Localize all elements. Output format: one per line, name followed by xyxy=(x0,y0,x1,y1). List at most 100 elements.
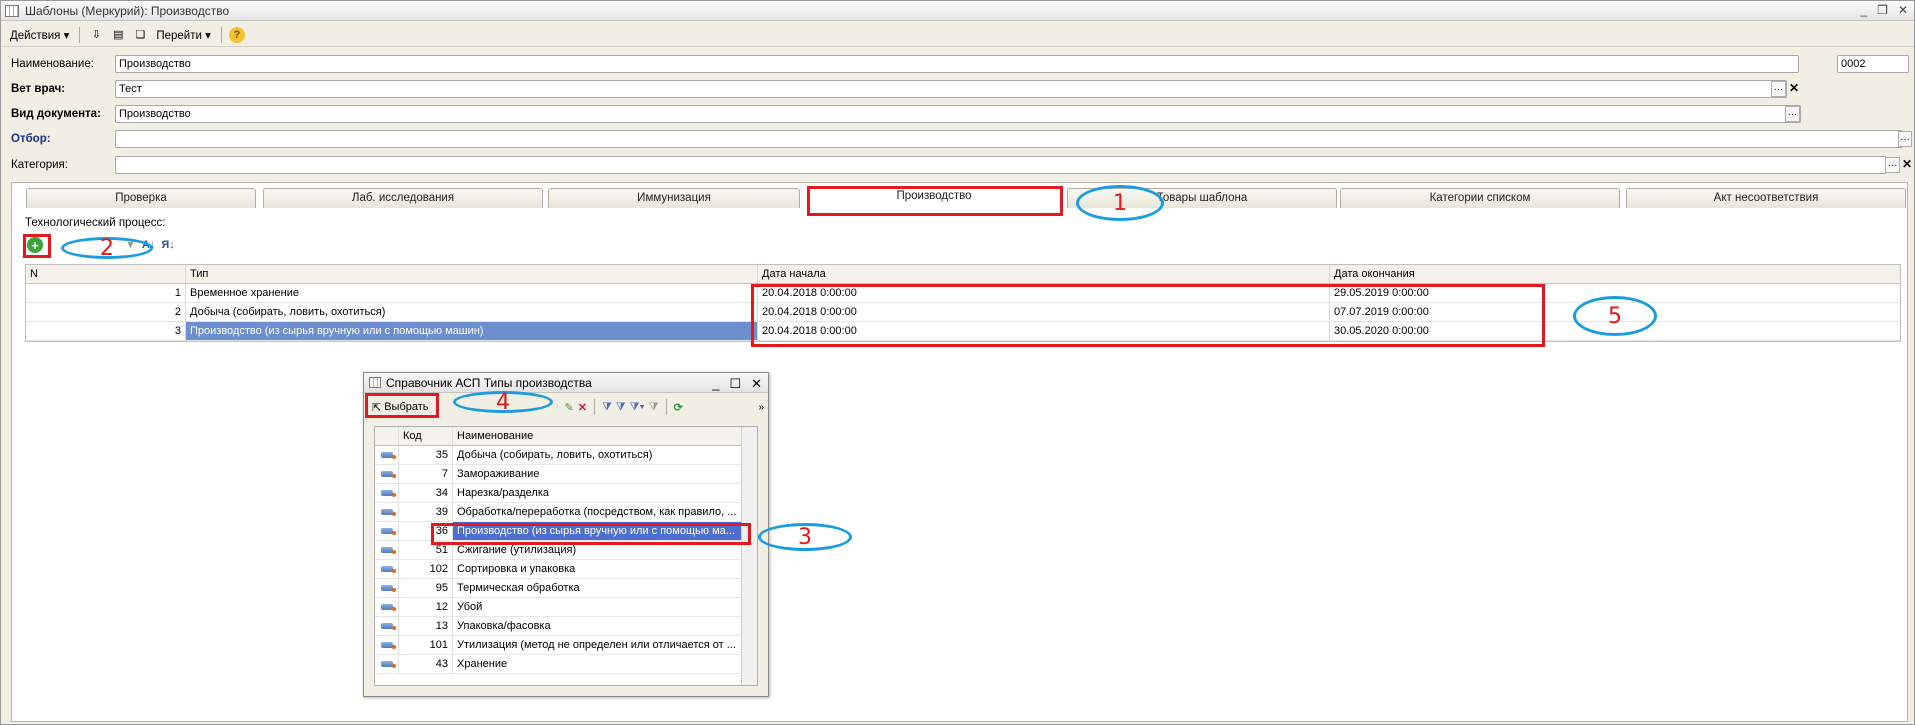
help-icon[interactable]: ? xyxy=(228,26,245,43)
edit-icon[interactable]: ✎ xyxy=(565,401,574,414)
dialog-list-item[interactable]: 95 Термическая обработка xyxy=(375,579,741,598)
tab-lab[interactable]: Лаб. исследования xyxy=(263,188,543,208)
tab-nonconformity[interactable]: Акт несоответствия xyxy=(1626,188,1906,208)
form-icon xyxy=(5,4,19,17)
dialog-list-item[interactable]: 13 Упаковка/фасовка xyxy=(375,617,741,636)
tab-production[interactable]: Производство xyxy=(807,186,1061,208)
dialog-list-item-selected[interactable]: 36 Производство (из сырья вручную или с п… xyxy=(375,522,741,541)
dialog-list-item[interactable]: 39 Обработка/переработка (посредством, ка… xyxy=(375,503,741,522)
item-code: 35 xyxy=(399,446,453,464)
close-icon[interactable]: ✕ xyxy=(1898,3,1908,17)
doctype-select-button[interactable]: … xyxy=(1785,106,1800,122)
filter-history-icon[interactable]: ⧩▾ xyxy=(630,401,645,414)
cell-end: 07.07.2019 0:00:00 xyxy=(1334,306,1429,318)
row-type-icon xyxy=(375,522,399,540)
dialog-list-item[interactable]: 7 Замораживание xyxy=(375,465,741,484)
dialog-form-icon xyxy=(369,377,381,388)
filter-icon[interactable]: ⧩ xyxy=(602,401,612,414)
separator xyxy=(665,399,667,415)
column-header-name[interactable]: Наименование xyxy=(453,427,741,445)
process-title: Технологический процесс: xyxy=(25,217,166,229)
code-field[interactable]: 0002 xyxy=(1837,55,1909,73)
dialog-maximize-icon[interactable]: ☐ xyxy=(729,376,741,392)
table-row[interactable]: 2 Добыча (собирать, ловить, охотиться) 2… xyxy=(26,303,1900,322)
dialog-list-item[interactable]: 35 Добыча (собирать, ловить, охотиться) xyxy=(375,446,741,465)
row-type-icon xyxy=(375,598,399,616)
dialog-list-item[interactable]: 102 Сортировка и упаковка xyxy=(375,560,741,579)
doctype-field[interactable]: Производство xyxy=(115,105,1801,123)
tab-categories[interactable]: Категории списком xyxy=(1340,188,1620,208)
filter-select-button[interactable]: … xyxy=(1898,131,1912,147)
cell-end: 30.05.2020 0:00:00 xyxy=(1334,325,1429,337)
category-select-button[interactable]: … xyxy=(1885,157,1900,173)
row-type-icon xyxy=(375,617,399,635)
vet-clear-icon[interactable]: ✕ xyxy=(1787,81,1801,97)
item-code: 102 xyxy=(399,560,453,578)
refresh-icon[interactable]: ⟳ xyxy=(674,401,683,414)
dialog-list-item[interactable]: 12 Убой xyxy=(375,598,741,617)
category-clear-icon[interactable]: ✕ xyxy=(1900,157,1914,173)
row-type-icon xyxy=(375,465,399,483)
actions-menu-label: Действия xyxy=(10,29,61,42)
post-icon[interactable]: ⇩ xyxy=(87,26,105,44)
toolbar: Действия ▾ ⇩ ▤ ❏ Перейти ▾ ? xyxy=(1,23,1914,47)
tab-immunization[interactable]: Иммунизация xyxy=(548,188,800,208)
goto-menu[interactable]: Перейти ▾ xyxy=(153,26,214,44)
item-name: Нарезка/разделка xyxy=(457,487,550,499)
dialog-minimize-icon[interactable]: _ xyxy=(712,376,719,392)
column-header-end[interactable]: Дата окончания xyxy=(1330,265,1900,283)
movements-icon[interactable]: ▤ xyxy=(109,26,127,44)
vet-select-button[interactable]: … xyxy=(1771,81,1786,97)
sort-asc-icon[interactable]: A↓ xyxy=(142,239,155,251)
dialog-list-item[interactable]: 51 Сжигание (утилизация) xyxy=(375,541,741,560)
cell-end: 29.05.2019 0:00:00 xyxy=(1334,287,1429,299)
item-code: 13 xyxy=(399,617,453,635)
cell-n: 1 xyxy=(26,284,186,302)
dialog-close-icon[interactable]: ✕ xyxy=(751,376,762,392)
vet-field[interactable]: Тест xyxy=(115,80,1787,98)
dialog-toolbar: ⇱ Выбрать ✎ ✕ ⧩ ⧩ ⧩▾ ⧩ ⟳ » xyxy=(368,396,764,418)
actions-menu[interactable]: Действия ▾ xyxy=(7,26,72,44)
item-name: Утилизация (метод не определен или отлич… xyxy=(457,639,736,651)
dialog-list-item[interactable]: 101 Утилизация (метод не определен или от… xyxy=(375,636,741,655)
sort-desc-icon[interactable]: Я↓ xyxy=(161,239,174,251)
row-type-icon xyxy=(375,579,399,597)
column-header-start[interactable]: Дата начала xyxy=(758,265,1330,283)
item-code: 7 xyxy=(399,465,453,483)
minimize-icon[interactable]: _ xyxy=(1860,3,1867,17)
item-name: Замораживание xyxy=(457,468,540,480)
goto-menu-label: Перейти xyxy=(156,29,202,42)
item-name: Хранение xyxy=(457,658,508,670)
tab-check[interactable]: Проверка xyxy=(26,188,256,208)
item-code: 51 xyxy=(399,541,453,559)
name-field[interactable]: Производство xyxy=(115,55,1799,73)
select-cursor-icon: ⇱ xyxy=(372,401,382,414)
tab-panel xyxy=(11,182,1908,722)
category-field[interactable] xyxy=(115,156,1887,174)
row-type-icon xyxy=(375,541,399,559)
copy-icon[interactable]: ❏ xyxy=(131,26,149,44)
filter-by-value-icon[interactable]: ⧩ xyxy=(616,401,626,414)
more-actions-icon[interactable]: » xyxy=(758,402,764,413)
row-type-icon xyxy=(375,446,399,464)
column-header-code[interactable]: Код xyxy=(399,427,453,445)
item-code: 34 xyxy=(399,484,453,502)
dialog-list-header: Код Наименование xyxy=(375,427,741,446)
filter-field[interactable] xyxy=(115,130,1903,148)
table-row-selected[interactable]: 3 Производство (из сырья вручную или с п… xyxy=(26,322,1900,341)
column-header-type[interactable]: Тип xyxy=(186,265,758,283)
column-header-n[interactable]: N xyxy=(26,265,186,283)
cell-start: 20.04.2018 0:00:00 xyxy=(758,284,1330,302)
add-row-icon[interactable]: + xyxy=(27,237,43,253)
move-down-icon[interactable]: ▼ xyxy=(125,239,136,251)
dialog-list-item[interactable]: 34 Нарезка/разделка xyxy=(375,484,741,503)
clear-filter-icon[interactable]: ⧩ xyxy=(649,401,659,414)
table-row[interactable]: 1 Временное хранение 20.04.2018 0:00:00 … xyxy=(26,284,1900,303)
dialog-list-item[interactable]: 43 Хранение xyxy=(375,655,741,674)
delete-icon[interactable]: ✕ xyxy=(578,401,587,414)
cell-type: Добыча (собирать, ловить, охотиться) xyxy=(186,303,758,321)
tab-template-goods[interactable]: Товары шаблона xyxy=(1067,188,1337,208)
restore-icon[interactable]: ❐ xyxy=(1877,3,1888,17)
select-button[interactable]: ⇱ Выбрать xyxy=(368,400,433,415)
dialog-scrollbar[interactable] xyxy=(741,427,757,685)
